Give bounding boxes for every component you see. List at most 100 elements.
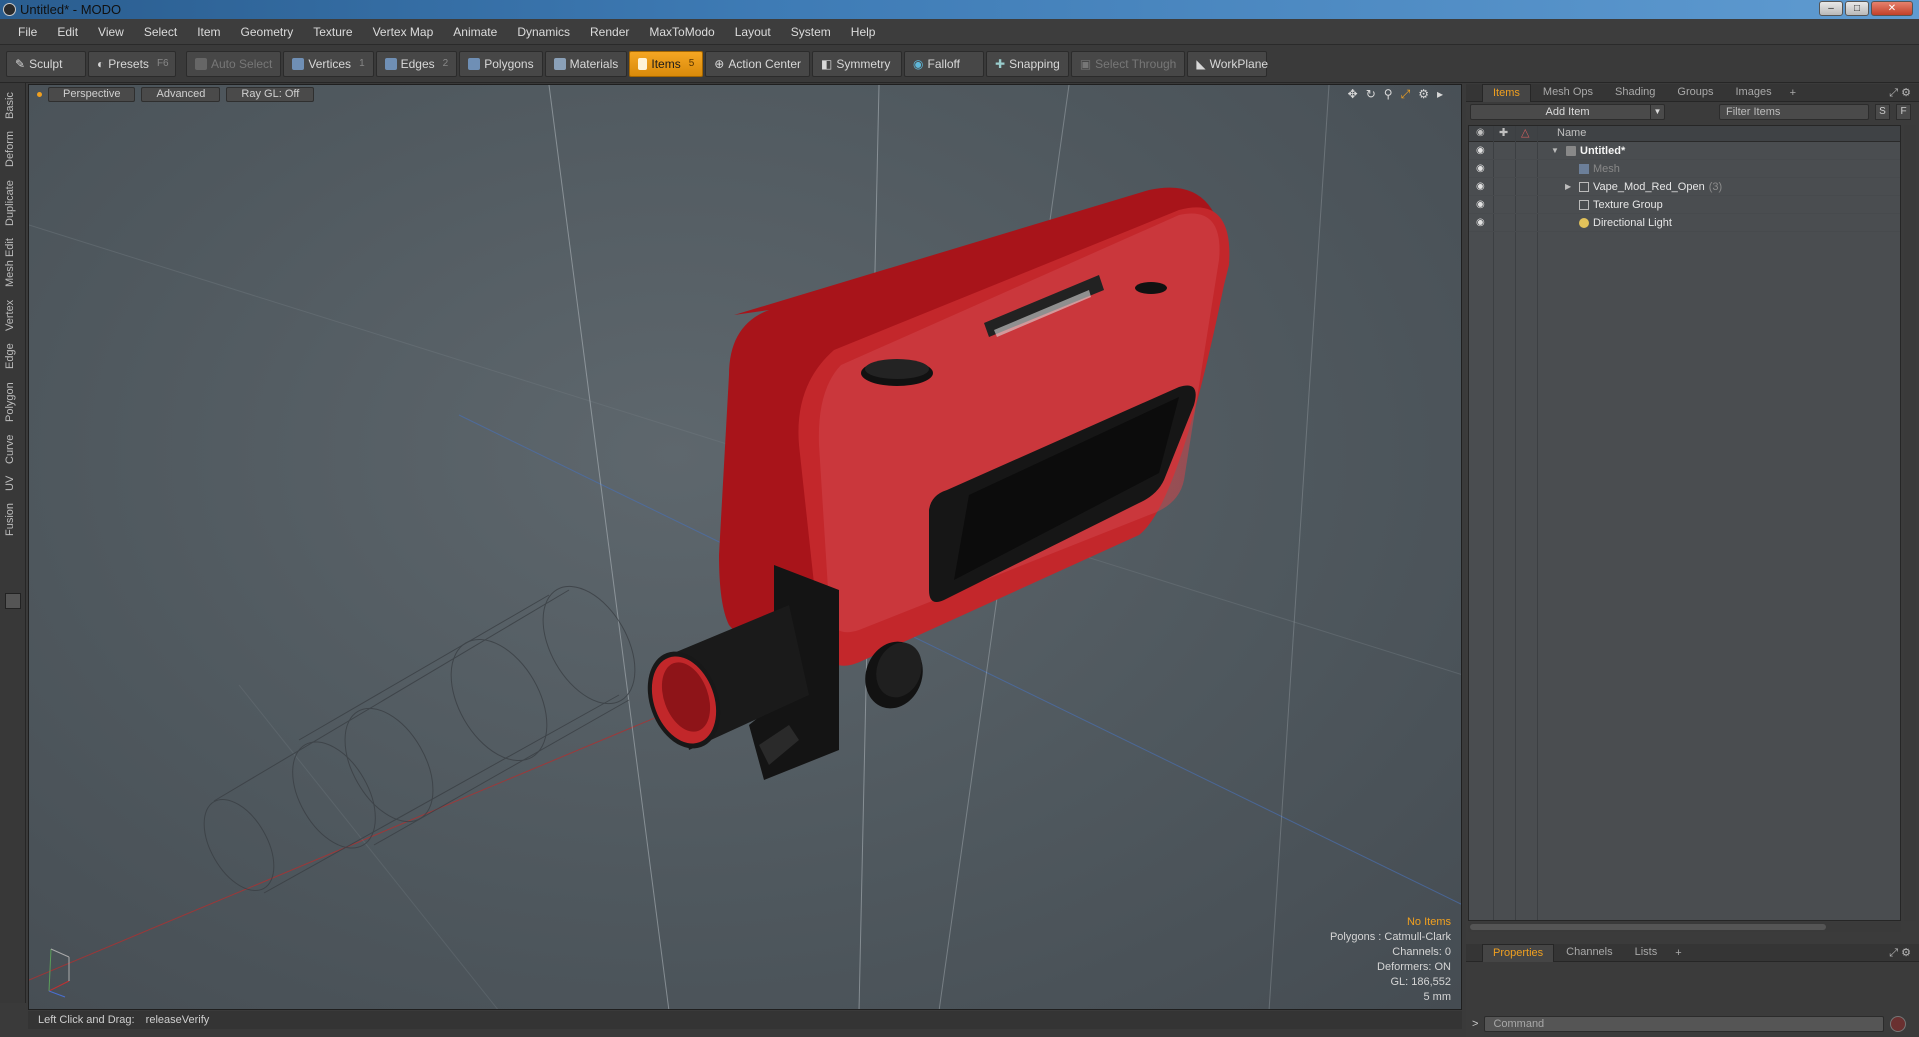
- lock-column-icon[interactable]: ✚: [1499, 126, 1508, 139]
- list-item[interactable]: ◉ Mesh: [1469, 160, 1900, 178]
- polygons-button[interactable]: Polygons: [459, 50, 543, 77]
- name-column-header[interactable]: Name: [1557, 127, 1586, 139]
- visibility-eye-icon[interactable]: ◉: [1476, 178, 1485, 196]
- list-item[interactable]: ◉ Directional Light: [1469, 214, 1900, 232]
- menu-edit[interactable]: Edit: [47, 25, 88, 39]
- close-button[interactable]: ✕: [1871, 1, 1913, 16]
- menu-render[interactable]: Render: [580, 25, 639, 39]
- minimize-button[interactable]: –: [1819, 1, 1843, 16]
- menu-file[interactable]: File: [8, 25, 47, 39]
- fit-view-icon[interactable]: ⤢: [1401, 87, 1411, 102]
- list-item[interactable]: ◉ Texture Group: [1469, 196, 1900, 214]
- tab-vertex[interactable]: Vertex: [4, 295, 22, 335]
- vertices-button[interactable]: Vertices 1: [283, 50, 374, 77]
- tab-polygon[interactable]: Polygon: [4, 377, 22, 427]
- zoom-view-icon[interactable]: ⚲: [1384, 87, 1393, 102]
- visibility-column-eye-icon[interactable]: ◉: [1476, 127, 1485, 138]
- 3d-viewport[interactable]: Perspective Advanced Ray GL: Off ✥ ↻ ⚲ ⤢…: [28, 84, 1462, 1010]
- menu-dynamics[interactable]: Dynamics: [507, 25, 580, 39]
- sculpt-button[interactable]: ✎ Sculpt: [6, 50, 86, 77]
- menu-maxtomodo[interactable]: MaxToModo: [639, 25, 724, 39]
- shading-mode-button[interactable]: Advanced: [141, 86, 221, 102]
- tab-basic[interactable]: Basic: [4, 89, 22, 123]
- menu-texture[interactable]: Texture: [303, 25, 362, 39]
- maximize-button[interactable]: □: [1845, 1, 1869, 16]
- item-list-vertical-scrollbar[interactable]: [1904, 125, 1916, 921]
- tab-deform[interactable]: Deform: [4, 127, 22, 171]
- status-bar: Left Click and Drag: releaseVerify: [28, 1011, 1462, 1029]
- menu-item[interactable]: Item: [187, 25, 230, 39]
- chevron-down-icon[interactable]: ▼: [1650, 105, 1664, 119]
- tab-items[interactable]: Items: [1482, 83, 1531, 102]
- item-list[interactable]: ◉ ✚ △ Name ◉ ▼ Untitled* ◉ Mesh ◉ ▶ Vape…: [1468, 125, 1901, 921]
- tab-mesh-edit[interactable]: Mesh Edit: [4, 235, 22, 291]
- edges-icon: [384, 57, 397, 70]
- scene-render[interactable]: [29, 85, 1462, 1010]
- visibility-eye-icon[interactable]: ◉: [1476, 214, 1485, 232]
- menu-layout[interactable]: Layout: [725, 25, 781, 39]
- items-toolbar: Add Item ▼ Filter Items S F: [1466, 102, 1919, 122]
- select-through-button[interactable]: ▣ Select Through: [1070, 50, 1186, 77]
- tab-groups[interactable]: Groups: [1667, 84, 1723, 101]
- tab-channels[interactable]: Channels: [1556, 944, 1622, 961]
- tab-images[interactable]: Images: [1726, 84, 1782, 101]
- layout-toggle-icon[interactable]: [5, 593, 21, 609]
- visibility-eye-icon[interactable]: ◉: [1476, 196, 1485, 214]
- tab-uv[interactable]: UV: [4, 471, 22, 495]
- viewport-settings-gear-icon[interactable]: ⚙: [1418, 87, 1429, 102]
- tab-properties[interactable]: Properties: [1482, 943, 1555, 962]
- materials-button[interactable]: Materials: [544, 50, 628, 77]
- menu-system[interactable]: System: [781, 25, 841, 39]
- tab-curve[interactable]: Curve: [4, 431, 22, 467]
- tab-duplicate[interactable]: Duplicate: [4, 175, 22, 231]
- viewport-menu-arrow-icon[interactable]: ▸: [1437, 87, 1443, 102]
- f-toggle-button[interactable]: F: [1896, 104, 1911, 120]
- tab-mesh-ops[interactable]: Mesh Ops: [1533, 84, 1603, 101]
- list-item[interactable]: ◉ ▼ Untitled*: [1469, 142, 1900, 160]
- menu-select[interactable]: Select: [134, 25, 187, 39]
- item-list-horizontal-scrollbar[interactable]: [1468, 922, 1901, 932]
- add-item-button[interactable]: Add Item ▼: [1470, 104, 1665, 120]
- list-item[interactable]: ◉ ▶ Vape_Mod_Red_Open (3): [1469, 178, 1900, 196]
- items-button[interactable]: Items 5: [629, 50, 704, 77]
- raygl-button[interactable]: Ray GL: Off: [226, 86, 315, 102]
- visibility-eye-icon[interactable]: ◉: [1476, 160, 1485, 178]
- visibility-eye-icon[interactable]: ◉: [1476, 142, 1485, 160]
- tab-shading[interactable]: Shading: [1605, 84, 1665, 101]
- tab-fusion[interactable]: Fusion: [4, 499, 22, 539]
- scrollbar-thumb[interactable]: [1470, 924, 1826, 930]
- expand-triangle-icon[interactable]: ▼: [1551, 142, 1559, 160]
- action-center-button[interactable]: ⊕ Action Center: [705, 50, 811, 77]
- tab-edge[interactable]: Edge: [4, 339, 22, 373]
- add-tab-icon[interactable]: +: [1669, 947, 1687, 959]
- view-type-button[interactable]: Perspective: [48, 86, 136, 102]
- symmetry-button[interactable]: ◧ Symmetry: [812, 50, 903, 77]
- command-history-icon[interactable]: [1890, 1016, 1907, 1032]
- s-toggle-button[interactable]: S: [1875, 104, 1890, 120]
- presets-button[interactable]: ◐ Presets F6: [88, 50, 176, 77]
- menu-view[interactable]: View: [88, 25, 134, 39]
- panel-options-gear-icon[interactable]: ⤢ ⚙: [1889, 86, 1911, 100]
- command-input[interactable]: Command: [1484, 1016, 1885, 1032]
- filter-items-input[interactable]: Filter Items: [1719, 104, 1869, 120]
- menu-geometry[interactable]: Geometry: [231, 25, 304, 39]
- add-tab-icon[interactable]: +: [1784, 87, 1802, 99]
- auto-select-button[interactable]: Auto Select: [186, 50, 282, 77]
- snapping-button[interactable]: ✚ Snapping: [986, 50, 1069, 77]
- tab-lists[interactable]: Lists: [1625, 944, 1668, 961]
- viewport-header: Perspective Advanced Ray GL: Off: [29, 85, 1461, 103]
- edges-button[interactable]: Edges 2: [375, 50, 458, 77]
- workplane-button[interactable]: ◣ WorkPlane: [1187, 50, 1268, 77]
- vape-mod-model[interactable]: [635, 187, 1230, 780]
- expand-triangle-icon[interactable]: ▶: [1565, 178, 1571, 196]
- render-column-icon[interactable]: △: [1521, 126, 1529, 139]
- rotate-view-icon[interactable]: ↻: [1366, 87, 1376, 102]
- panel-options-gear-icon[interactable]: ⤢ ⚙: [1889, 946, 1911, 960]
- falloff-button[interactable]: ◉ Falloff: [904, 50, 985, 77]
- menu-vertex-map[interactable]: Vertex Map: [363, 25, 444, 39]
- menu-help[interactable]: Help: [841, 25, 886, 39]
- presets-icon: ◐: [97, 56, 105, 71]
- move-view-icon[interactable]: ✥: [1348, 87, 1358, 102]
- menu-animate[interactable]: Animate: [443, 25, 507, 39]
- items-icon: [638, 57, 648, 70]
